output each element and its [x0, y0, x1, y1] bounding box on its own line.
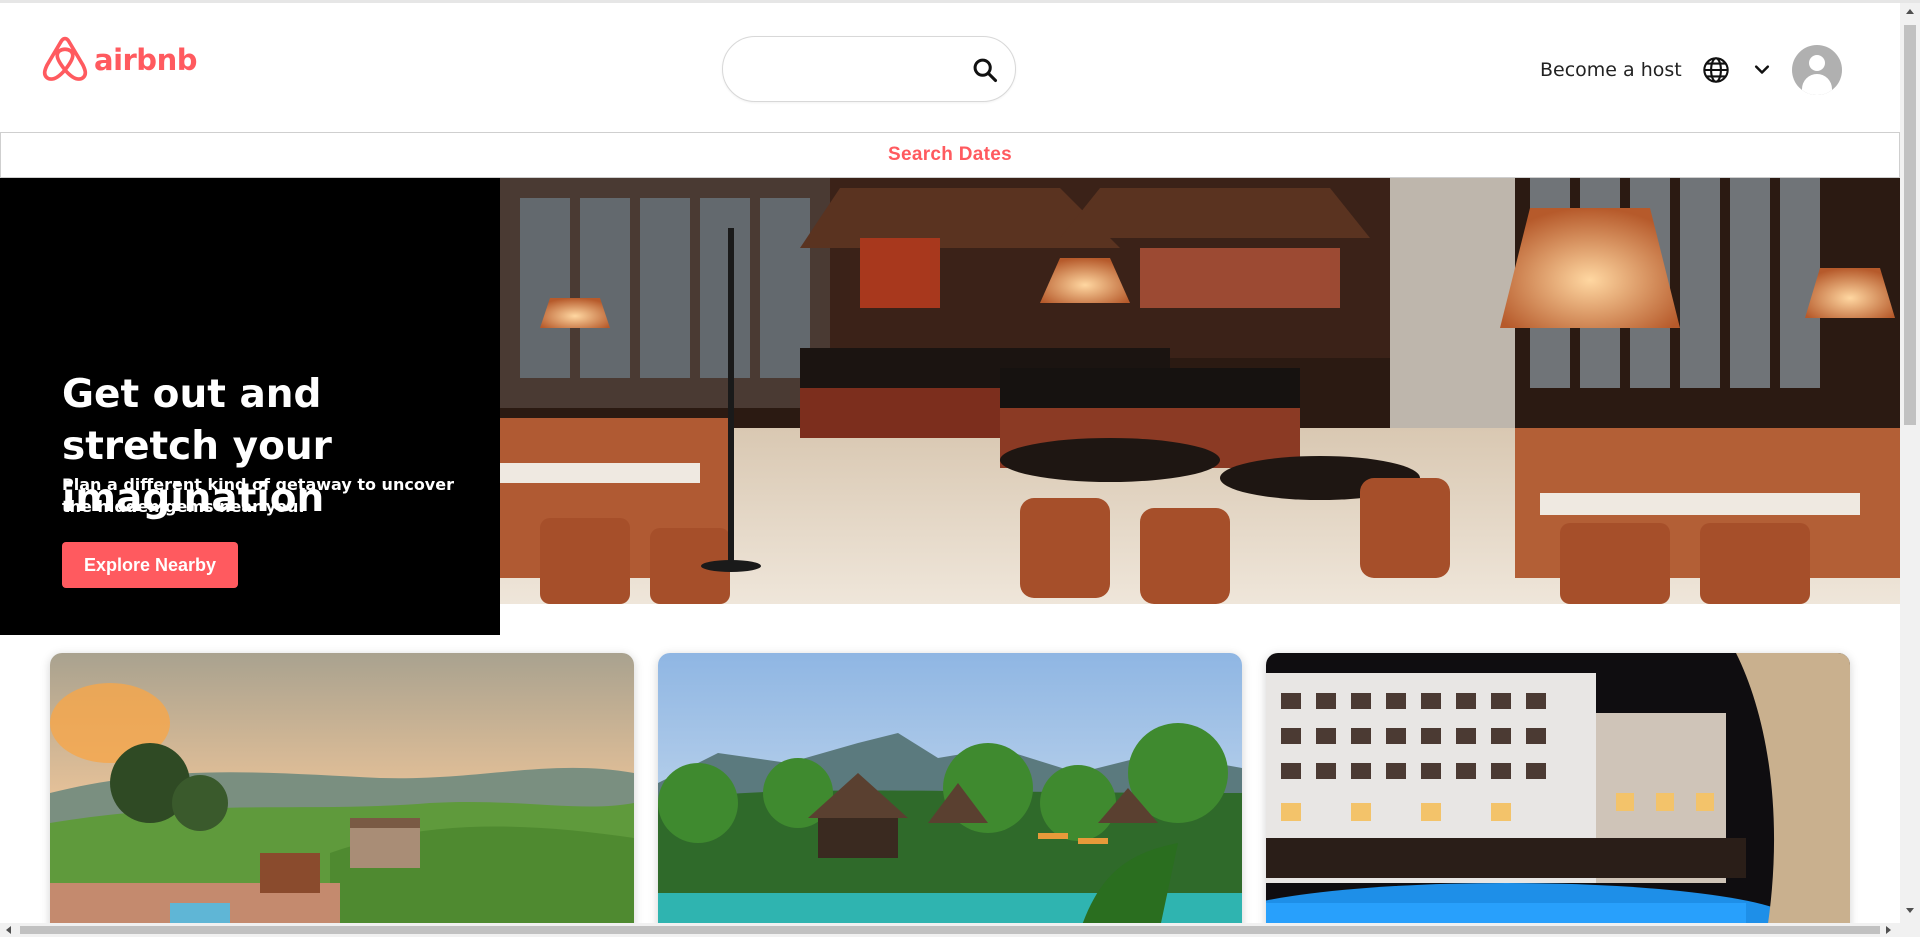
- avatar-head: [1808, 55, 1825, 71]
- site-header: airbnb Become a host: [0, 3, 1898, 132]
- globe-icon[interactable]: [1702, 56, 1730, 84]
- destination-card-countryside[interactable]: [50, 653, 634, 937]
- search-icon[interactable]: [971, 56, 999, 84]
- airbnb-logo-icon: [42, 36, 88, 81]
- search-dates-label: Search Dates: [887, 144, 1012, 165]
- hero-subtitle: Plan a different kind of getaway to unco…: [62, 475, 454, 516]
- logo-text: airbnb: [94, 43, 197, 77]
- destination-card-tropical[interactable]: [658, 653, 1242, 937]
- scroll-left-arrow-icon[interactable]: [6, 926, 11, 934]
- destination-card-hotel-night[interactable]: [1266, 653, 1850, 937]
- horizontal-scroll-thumb[interactable]: [20, 926, 1880, 934]
- hero-restaurant-image: [500, 178, 1900, 604]
- search-input[interactable]: [747, 55, 947, 85]
- user-avatar-icon[interactable]: [1791, 45, 1842, 95]
- scroll-up-arrow-icon[interactable]: [1906, 9, 1914, 14]
- vertical-scrollbar[interactable]: [1900, 3, 1920, 923]
- avatar-body: [1801, 74, 1832, 95]
- horizontal-scrollbar[interactable]: [0, 923, 1920, 937]
- hero-panel: Get out and stretch your imagination Pla…: [0, 178, 500, 635]
- scroll-down-arrow-icon[interactable]: [1906, 908, 1914, 913]
- scroll-right-arrow-icon[interactable]: [1886, 926, 1891, 934]
- chevron-down-icon[interactable]: [1752, 60, 1772, 80]
- search-bar[interactable]: [722, 36, 1016, 102]
- search-dates-button[interactable]: Search Dates: [0, 132, 1900, 178]
- become-host-link[interactable]: Become a host: [1540, 59, 1682, 81]
- vertical-scroll-thumb[interactable]: [1904, 25, 1916, 425]
- logo[interactable]: airbnb: [42, 36, 197, 84]
- header-nav: Become a host: [1540, 45, 1842, 95]
- explore-nearby-button[interactable]: Explore Nearby: [62, 542, 238, 588]
